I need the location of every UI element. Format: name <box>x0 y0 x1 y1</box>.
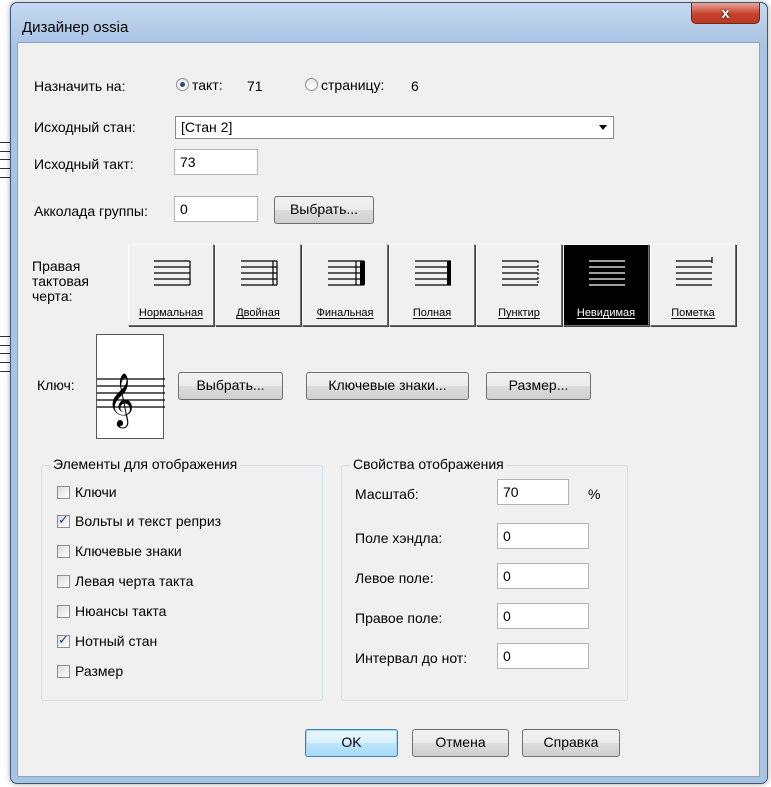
barline-invisible-label: Невидимая <box>576 307 636 319</box>
handle-field-label: Поле хэндла: <box>355 530 443 546</box>
assign-bar-label: такт: <box>192 77 223 93</box>
source-staff-label: Исходный стан: <box>34 119 136 135</box>
barline-final-button[interactable]: Финальная <box>302 244 388 326</box>
barline-tick-icon <box>676 257 713 286</box>
assign-page-value: 6 <box>411 78 419 94</box>
chevron-down-icon <box>599 125 607 130</box>
note-spacing-label: Интервал до нот: <box>355 650 468 666</box>
assign-bar-value: 71 <box>247 78 263 94</box>
source-staff-dropdown[interactable]: [Стан 2] <box>175 116 614 139</box>
group-brace-input[interactable]: 0 <box>174 196 258 222</box>
barline-normal-icon <box>154 260 191 286</box>
note-spacing-input[interactable]: 0 <box>497 643 589 669</box>
barline-dashed-icon <box>502 260 539 286</box>
barline-full-label: Полная <box>412 307 452 319</box>
right-barline-label: Правая тактовая черта: <box>32 258 90 304</box>
clef-label: Ключ: <box>37 377 75 393</box>
checkbox-dynamics-label: Нюансы такта <box>75 603 167 619</box>
checkbox-left-barline-label: Левая черта такта <box>75 573 194 589</box>
group-brace-label: Акколада группы: <box>34 203 148 219</box>
barline-invisible-button[interactable]: Невидимая <box>563 244 649 326</box>
clef-preview: 𝄞 <box>96 334 165 439</box>
barline-final-label: Финальная <box>316 307 374 319</box>
checkbox-clefs-label: Ключи <box>75 484 117 500</box>
time-signature-button[interactable]: Размер... <box>486 372 591 400</box>
barline-full-icon <box>415 260 451 286</box>
right-margin-input[interactable]: 0 <box>497 603 589 629</box>
barline-double-button[interactable]: Двойная <box>215 244 301 326</box>
help-button[interactable]: Справка <box>522 729 620 757</box>
close-button[interactable]: x <box>691 3 760 24</box>
barline-tick-button[interactable]: Пометка <box>650 244 736 326</box>
left-margin-label: Левое поле: <box>355 570 434 586</box>
scale-unit: % <box>588 486 601 502</box>
handle-field-input[interactable]: 0 <box>497 523 589 549</box>
scale-input[interactable]: 70 <box>497 479 569 505</box>
barline-final-icon <box>328 260 365 286</box>
treble-clef-icon: 𝄞 <box>97 372 165 428</box>
assign-label: Назначить на: <box>34 78 126 94</box>
barline-normal-button[interactable]: Нормальная <box>128 244 214 326</box>
assign-page-radio[interactable] <box>305 78 318 91</box>
clef-select-button[interactable]: Выбрать... <box>178 372 283 400</box>
barline-full-button[interactable]: Полная <box>389 244 475 326</box>
checkbox-time-signature-label: Размер <box>75 663 124 679</box>
checkbox-clefs[interactable] <box>57 486 70 499</box>
source-bar-input[interactable]: 73 <box>174 149 258 175</box>
checkbox-voltas[interactable] <box>57 512 70 528</box>
assign-page-label: страницу: <box>321 77 385 93</box>
display-elements-title: Элементы для отображения <box>50 456 241 472</box>
assign-bar-radio[interactable] <box>176 78 189 91</box>
svg-text:𝄞: 𝄞 <box>107 372 134 428</box>
right-margin-label: Правое поле: <box>355 610 443 626</box>
barline-double-label: Двойная <box>236 307 280 319</box>
barline-dashed-label: Пунктир <box>498 307 540 319</box>
window-title: Дизайнер ossia <box>22 19 129 36</box>
barline-double-icon <box>241 260 278 286</box>
source-bar-label: Исходный такт: <box>34 156 134 172</box>
checkbox-staff-label: Нотный стан <box>75 633 158 649</box>
barline-tick-label: Пометка <box>671 307 715 319</box>
checkbox-time-signature[interactable] <box>57 665 70 678</box>
ok-button[interactable]: OK <box>305 729 398 757</box>
key-signatures-button[interactable]: Ключевые знаки... <box>306 372 469 400</box>
source-staff-value: [Стан 2] <box>181 119 233 135</box>
barline-invisible-icon <box>589 260 625 286</box>
scale-label: Масштаб: <box>355 486 419 502</box>
display-properties-title: Свойства отображения <box>350 456 507 472</box>
checkbox-voltas-label: Вольты и текст реприз <box>75 513 222 529</box>
close-icon: x <box>721 4 730 22</box>
checkbox-key-signatures[interactable] <box>57 545 70 558</box>
title-bar: Дизайнер ossia x <box>11 3 767 43</box>
barline-normal-label: Нормальная <box>138 307 204 319</box>
left-margin-input[interactable]: 0 <box>497 563 589 589</box>
group-brace-select-button[interactable]: Выбрать... <box>274 196 374 224</box>
checkbox-key-signatures-label: Ключевые знаки <box>75 543 182 559</box>
checkbox-staff[interactable] <box>57 632 70 648</box>
checkbox-dynamics[interactable] <box>57 605 70 618</box>
checkbox-left-barline[interactable] <box>57 575 70 588</box>
cancel-button[interactable]: Отмена <box>412 729 509 757</box>
barline-dashed-button[interactable]: Пунктир <box>476 244 562 326</box>
